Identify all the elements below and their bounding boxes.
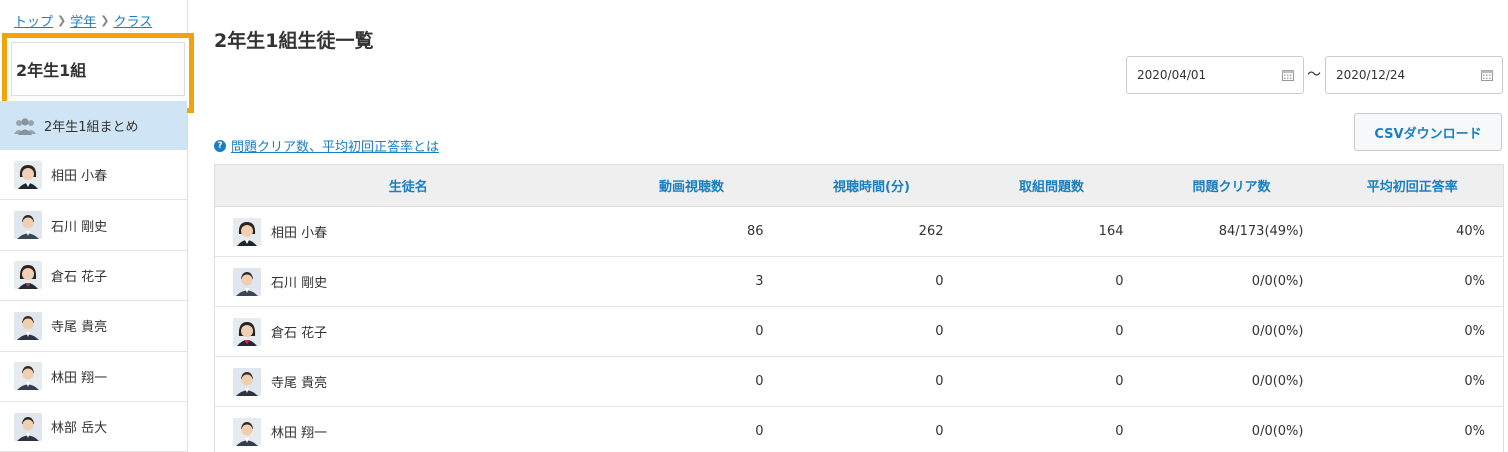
cell-cleared: 0/0(0%) bbox=[1251, 424, 1304, 439]
sidebar-item-student[interactable]: 相田 小春 bbox=[0, 150, 187, 201]
student-name: 相田 小春 bbox=[271, 226, 328, 241]
csv-download-button[interactable]: CSVダウンロード bbox=[1354, 113, 1502, 151]
table-header-row: 生徒名 動画視聴数 視聴時間(分) 取組問題数 問題クリア数 平均初回正答率 bbox=[214, 164, 1504, 207]
breadcrumb-class[interactable]: クラス bbox=[113, 11, 152, 30]
cell-minutes: 0 bbox=[935, 424, 944, 439]
student-name: 寺尾 貴亮 bbox=[51, 320, 108, 336]
student-name: 石川 剛史 bbox=[271, 276, 328, 291]
cell-videos: 3 bbox=[755, 274, 764, 289]
student-name: 倉石 花子 bbox=[51, 269, 108, 285]
avatar bbox=[233, 367, 261, 396]
page-title: 2年生1組生徒一覧 bbox=[214, 30, 374, 52]
avatar bbox=[14, 412, 42, 441]
avatar bbox=[233, 317, 261, 346]
calendar-icon[interactable] bbox=[1481, 69, 1493, 81]
cell-videos: 86 bbox=[746, 224, 764, 239]
sidebar-item-label: 2年生1組まとめ bbox=[44, 120, 139, 135]
date-to-input[interactable]: 2020/12/24 bbox=[1325, 56, 1503, 94]
sidebar-item-student[interactable]: 倉石 花子 bbox=[0, 251, 187, 302]
cell-attempted: 0 bbox=[1115, 424, 1124, 439]
column-header-name[interactable]: 生徒名 bbox=[214, 164, 602, 207]
help-circle-icon: ? bbox=[214, 139, 226, 152]
avatar bbox=[14, 311, 42, 340]
date-range-separator: 〜 bbox=[1307, 67, 1321, 83]
sidebar-item-student[interactable]: 石川 剛史 bbox=[0, 200, 187, 251]
avatar bbox=[14, 160, 42, 189]
breadcrumb-top[interactable]: トップ bbox=[14, 11, 53, 30]
student-name: 林田 翔一 bbox=[271, 426, 328, 441]
cell-accuracy: 0% bbox=[1464, 424, 1485, 439]
date-to-value: 2020/12/24 bbox=[1336, 68, 1406, 82]
sidebar-item-class-summary[interactable]: 2年生1組まとめ bbox=[0, 101, 187, 150]
student-name: 相田 小春 bbox=[51, 169, 108, 185]
help-link[interactable]: 問題クリア数、平均初回正答率とは bbox=[231, 136, 439, 155]
avatar bbox=[14, 362, 42, 391]
cell-accuracy: 0% bbox=[1464, 274, 1485, 289]
cell-minutes: 262 bbox=[918, 224, 944, 239]
table-row[interactable]: 石川 剛史 3 0 0 0/0(0%) 0% bbox=[214, 257, 1504, 307]
avatar bbox=[233, 417, 261, 446]
student-name: 倉石 花子 bbox=[271, 326, 328, 341]
cell-videos: 0 bbox=[755, 324, 764, 339]
student-name: 林田 翔一 bbox=[51, 370, 108, 386]
sidebar: トップ ❯ 学年 ❯ クラス 2年生1組 2年生1組まとめ 相田 小春 石川 剛… bbox=[0, 0, 194, 452]
student-table-container: 生徒名 動画視聴数 視聴時間(分) 取組問題数 問題クリア数 平均初回正答率 相… bbox=[214, 164, 1504, 452]
sidebar-item-student[interactable]: 寺尾 貴亮 bbox=[0, 301, 187, 352]
avatar bbox=[14, 261, 42, 290]
student-list: 相田 小春 石川 剛史 倉石 花子 寺尾 貴亮 林田 翔一 林部 岳大 bbox=[0, 150, 187, 452]
date-from-value: 2020/04/01 bbox=[1137, 68, 1207, 82]
breadcrumb-grade[interactable]: 学年 bbox=[70, 11, 96, 30]
avatar bbox=[233, 217, 261, 246]
student-name: 寺尾 貴亮 bbox=[271, 376, 328, 391]
cell-accuracy: 0% bbox=[1464, 374, 1485, 389]
column-header-videos[interactable]: 動画視聴数 bbox=[601, 164, 782, 207]
table-row[interactable]: 寺尾 貴亮 0 0 0 0/0(0%) 0% bbox=[214, 357, 1504, 407]
table-row[interactable]: 倉石 花子 0 0 0 0/0(0%) 0% bbox=[214, 307, 1504, 357]
student-name: 林部 岳大 bbox=[51, 421, 108, 437]
cell-accuracy: 0% bbox=[1464, 324, 1485, 339]
cell-minutes: 0 bbox=[935, 324, 944, 339]
sidebar-item-student[interactable]: 林田 翔一 bbox=[0, 352, 187, 402]
student-table: 生徒名 動画視聴数 視聴時間(分) 取組問題数 問題クリア数 平均初回正答率 相… bbox=[214, 164, 1504, 452]
cell-accuracy: 40% bbox=[1456, 224, 1485, 239]
cell-attempted: 164 bbox=[1098, 224, 1124, 239]
cell-cleared: 84/173(49%) bbox=[1218, 224, 1304, 239]
chevron-right-icon: ❯ bbox=[57, 14, 67, 27]
help-link-container: ? 問題クリア数、平均初回正答率とは bbox=[214, 136, 439, 155]
cell-cleared: 0/0(0%) bbox=[1251, 324, 1304, 339]
date-from-input[interactable]: 2020/04/01 bbox=[1126, 56, 1304, 94]
cell-attempted: 0 bbox=[1115, 324, 1124, 339]
column-header-cleared[interactable]: 問題クリア数 bbox=[1141, 164, 1322, 207]
column-header-minutes[interactable]: 視聴時間(分) bbox=[781, 164, 962, 207]
calendar-icon[interactable] bbox=[1282, 69, 1294, 81]
column-header-attempted[interactable]: 取組問題数 bbox=[961, 164, 1142, 207]
chevron-right-icon: ❯ bbox=[100, 14, 110, 27]
breadcrumb: トップ ❯ 学年 ❯ クラス bbox=[14, 11, 152, 30]
class-name: 2年生1組 bbox=[16, 61, 87, 80]
avatar bbox=[14, 211, 42, 240]
table-row[interactable]: 相田 小春 86 262 164 84/173(49%) 40% bbox=[214, 207, 1504, 257]
table-row[interactable]: 林田 翔一 0 0 0 0/0(0%) 0% bbox=[215, 407, 1504, 452]
avatar bbox=[233, 267, 261, 296]
cell-cleared: 0/0(0%) bbox=[1251, 374, 1304, 389]
sidebar-item-student[interactable]: 林部 岳大 bbox=[0, 402, 187, 452]
group-icon bbox=[14, 117, 36, 135]
column-header-accuracy[interactable]: 平均初回正答率 bbox=[1321, 164, 1504, 207]
cell-cleared: 0/0(0%) bbox=[1251, 274, 1304, 289]
cell-videos: 0 bbox=[755, 374, 764, 389]
student-name: 石川 剛史 bbox=[51, 219, 108, 235]
cell-minutes: 0 bbox=[935, 374, 944, 389]
cell-attempted: 0 bbox=[1115, 274, 1124, 289]
cell-attempted: 0 bbox=[1115, 374, 1124, 389]
cell-minutes: 0 bbox=[935, 274, 944, 289]
cell-videos: 0 bbox=[755, 424, 764, 439]
